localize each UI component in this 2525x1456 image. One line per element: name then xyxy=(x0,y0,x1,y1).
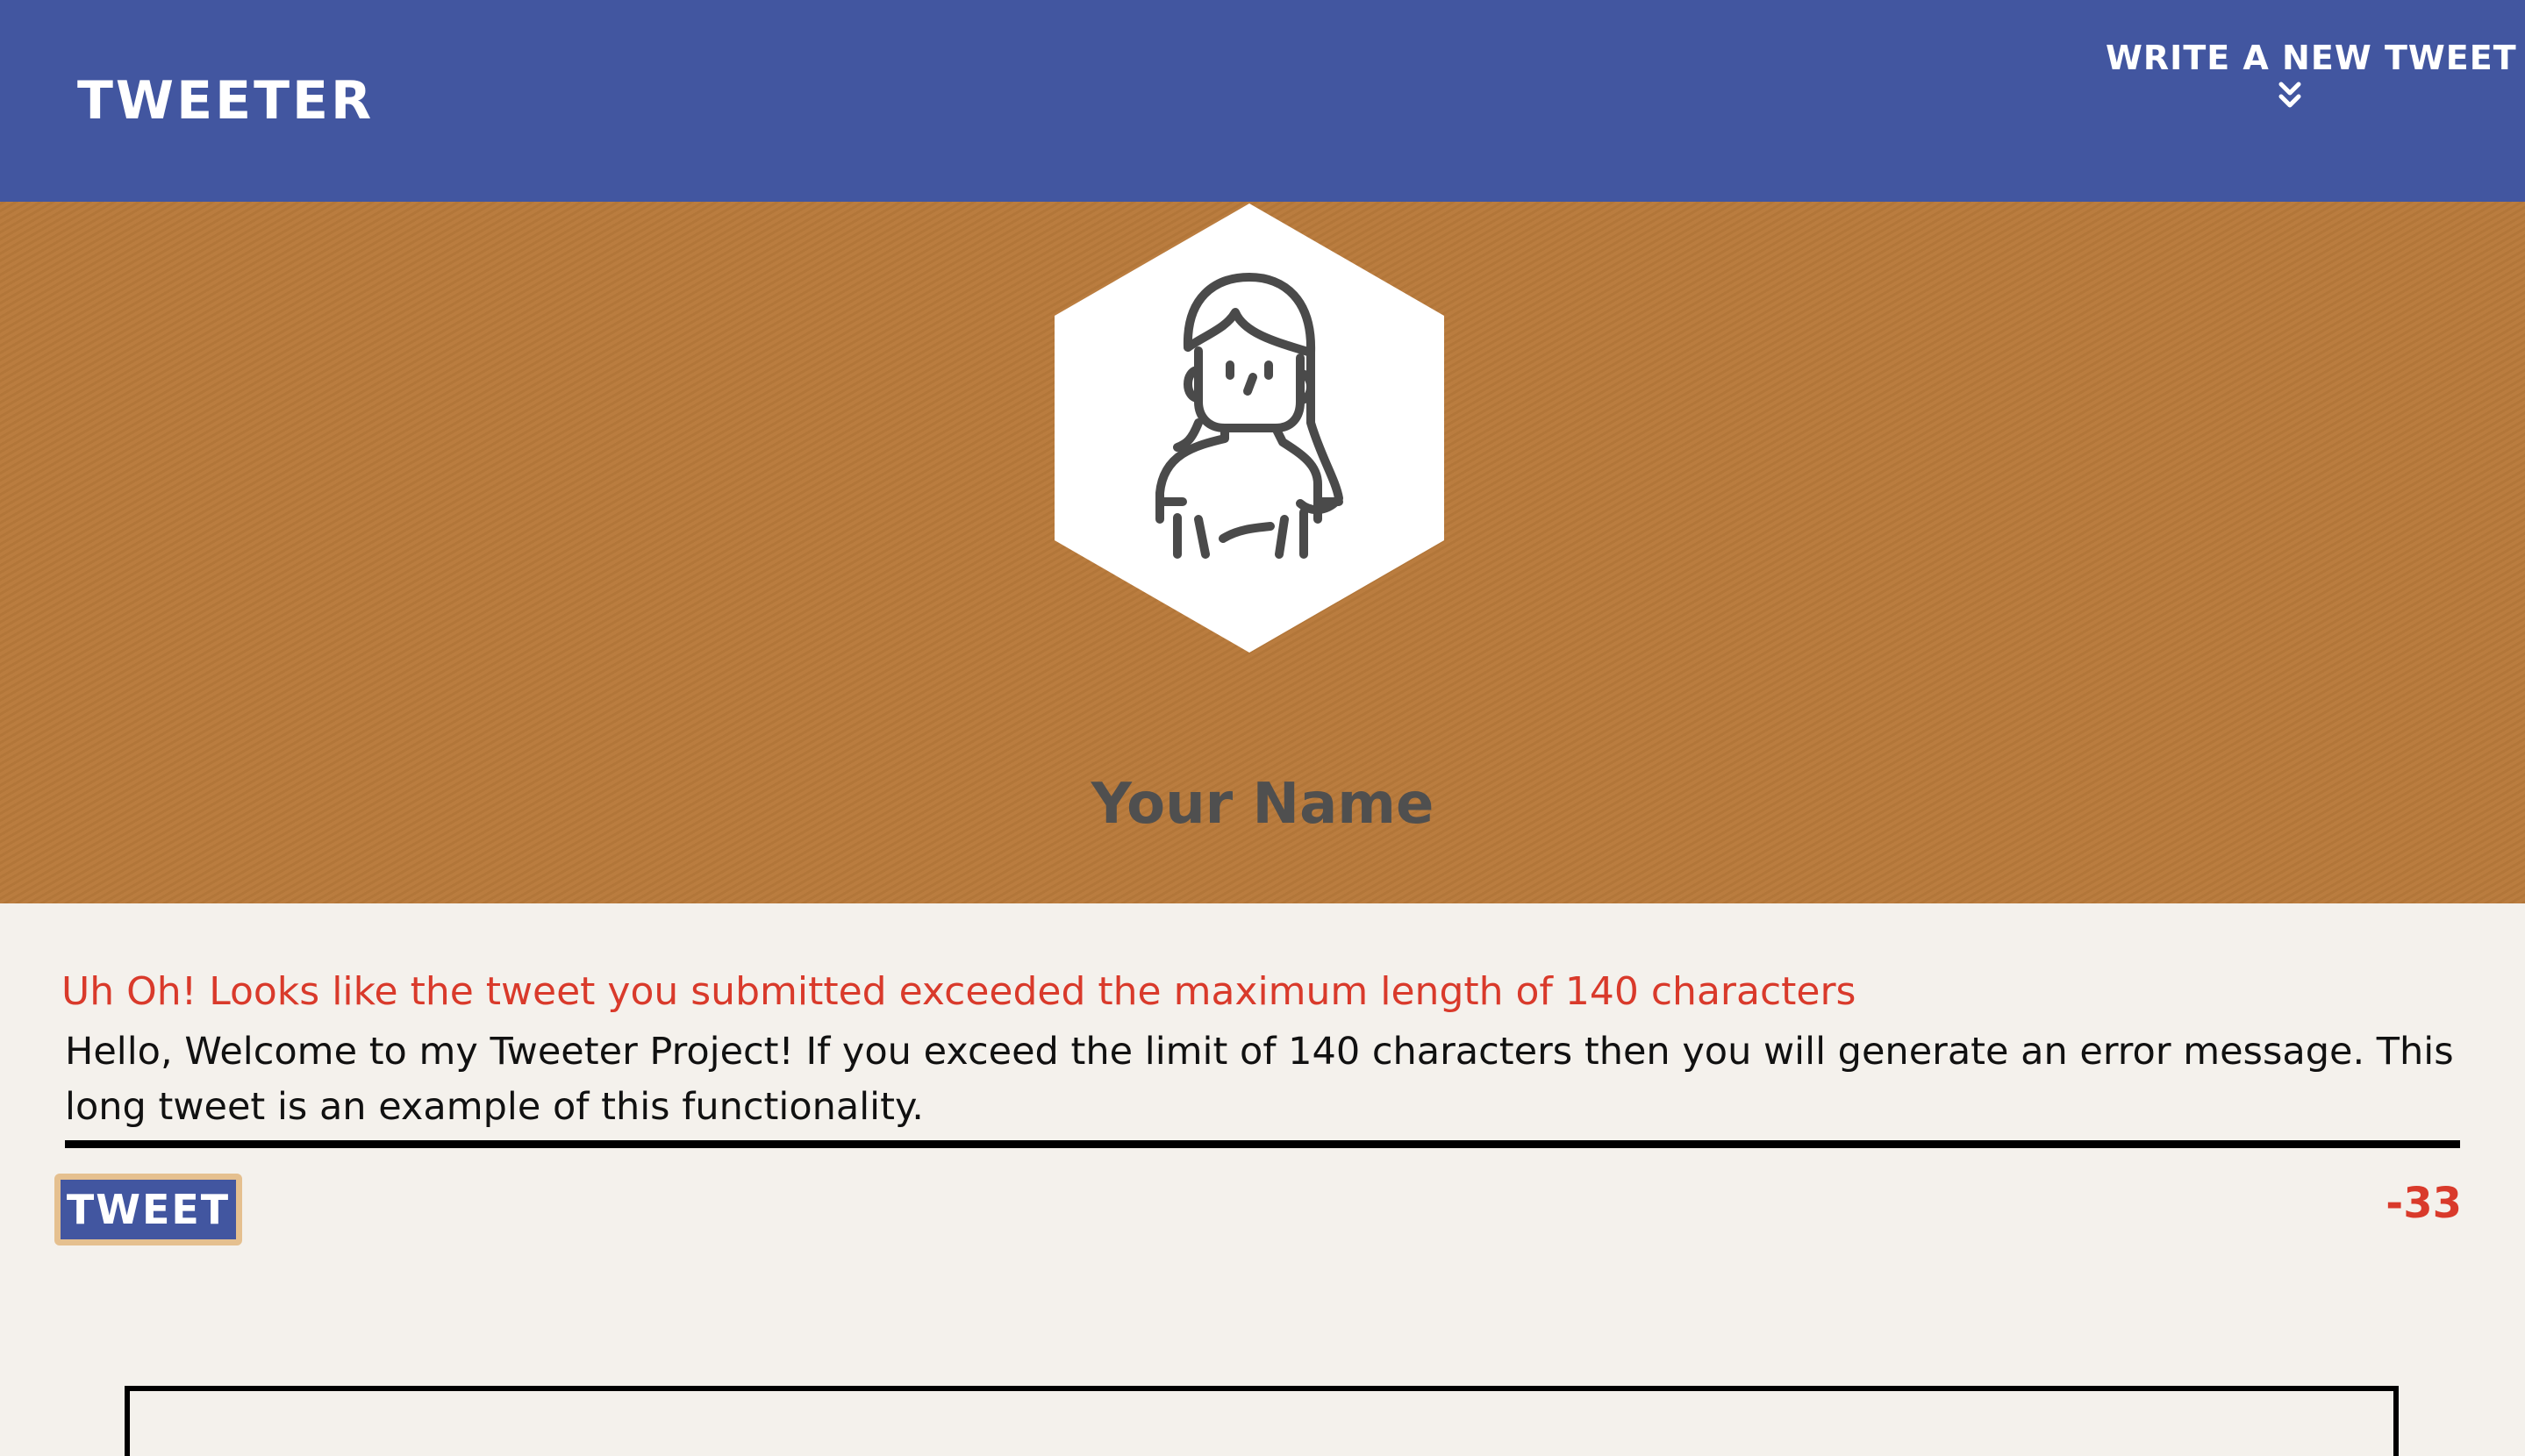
woman-avatar-icon xyxy=(1055,203,1444,653)
chevron-double-down-icon[interactable] xyxy=(2277,81,2303,111)
character-counter: -33 xyxy=(2386,1179,2462,1228)
brand-logo[interactable]: TWEETER xyxy=(77,70,374,132)
top-nav: TWEETER WRITE A NEW TWEET xyxy=(0,0,2525,202)
tweet-card xyxy=(125,1386,2399,1456)
profile-name: Your Name xyxy=(1091,772,1434,837)
write-new-tweet-label[interactable]: WRITE A NEW TWEET xyxy=(2106,39,2516,77)
error-message: Uh Oh! Looks like the tweet you submitte… xyxy=(61,969,1856,1014)
profile-header: Your Name xyxy=(0,202,2525,903)
write-new-tweet-toggle[interactable]: WRITE A NEW TWEET xyxy=(2106,39,2516,111)
tweet-submit-button[interactable]: TWEET xyxy=(54,1174,242,1245)
tweet-textarea[interactable]: Hello, Welcome to my Tweeter Project! If… xyxy=(65,1024,2460,1148)
